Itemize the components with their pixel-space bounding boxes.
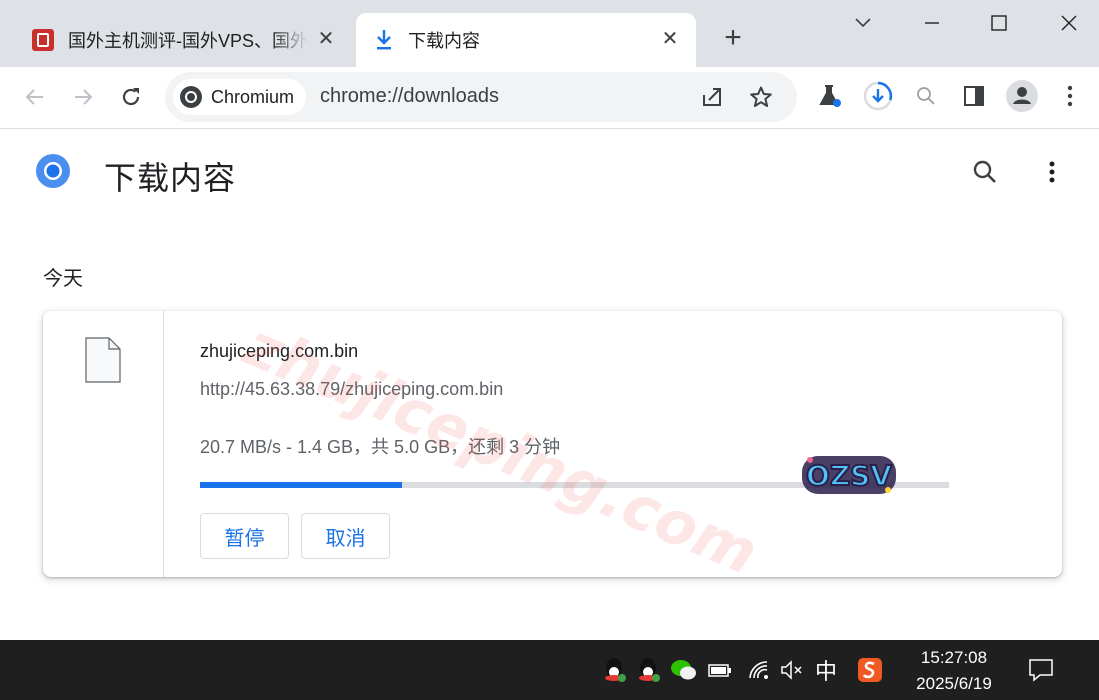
progress-fill	[200, 482, 403, 488]
minimize-icon[interactable]	[917, 8, 947, 38]
share-icon	[703, 88, 721, 106]
search-icon	[917, 87, 935, 105]
download-status: 20.7 MB/s - 1.4 GB，共 5.0 GB，还剩 3 分钟	[200, 437, 561, 457]
download-card: zhujiceping.com.bin http://45.63.38.79/z…	[43, 311, 1062, 577]
reload-button[interactable]	[113, 79, 149, 115]
flask-icon	[819, 85, 841, 107]
forward-arrow-icon	[75, 89, 93, 105]
file-icon	[85, 337, 121, 383]
maximize-icon[interactable]	[984, 8, 1014, 38]
download-progress-icon	[863, 81, 893, 111]
close-tab-icon[interactable]: ✕	[316, 29, 336, 49]
qq-icon[interactable]	[632, 654, 664, 686]
qq-icon[interactable]	[598, 654, 630, 686]
url-text[interactable]: chrome://downloads	[320, 85, 499, 108]
side-panel-button[interactable]	[957, 79, 991, 113]
more-actions-icon[interactable]	[1048, 160, 1056, 184]
tab-zhujiceping[interactable]: 国外主机测评-国外VPS、国外 ✕	[18, 13, 352, 67]
file-url[interactable]: http://45.63.38.79/zhujiceping.com.bin	[200, 379, 503, 400]
taskbar: 中 15:27:08 2025/6/19	[0, 640, 1099, 700]
site-favicon-icon	[32, 29, 54, 51]
download-icon	[377, 30, 391, 50]
wifi-icon[interactable]	[743, 654, 775, 686]
new-tab-button[interactable]: +	[718, 23, 748, 54]
avatar-icon	[1006, 80, 1038, 112]
back-button[interactable]	[17, 79, 53, 115]
ozsv-logo-text: OZSV	[806, 459, 892, 492]
tab-strip: 国外主机测评-国外VPS、国外 ✕ 下载内容 ✕ +	[0, 0, 1099, 67]
notification-icon[interactable]	[1025, 654, 1057, 686]
bookmark-button[interactable]	[746, 82, 776, 112]
volume-muted-icon[interactable]	[776, 654, 808, 686]
zoom-search-button[interactable]	[909, 79, 943, 113]
cancel-button[interactable]: 取消	[301, 513, 390, 559]
labs-button[interactable]	[812, 79, 846, 113]
tab-title: 下载内容	[408, 31, 480, 51]
clock-date[interactable]: 2025/6/19	[880, 674, 1028, 694]
battery-icon[interactable]	[704, 654, 736, 686]
back-arrow-icon	[25, 89, 43, 105]
profile-button[interactable]	[1005, 79, 1039, 113]
pause-button[interactable]: 暂停	[200, 513, 289, 559]
toolbar: Chromium chrome://downloads	[0, 67, 1099, 129]
share-button[interactable]	[697, 82, 727, 112]
date-section-label: 今天	[43, 268, 83, 290]
star-icon	[750, 86, 772, 107]
chromium-logo-icon	[180, 86, 202, 108]
omnibox[interactable]: Chromium chrome://downloads	[165, 72, 797, 122]
close-window-icon[interactable]	[1054, 8, 1084, 38]
site-chip[interactable]: Chromium	[173, 79, 307, 115]
clock-time[interactable]: 15:27:08	[880, 648, 1028, 668]
page-title: 下载内容	[104, 160, 237, 196]
close-tab-icon[interactable]: ✕	[660, 29, 680, 49]
reload-icon	[122, 88, 140, 106]
file-name[interactable]: zhujiceping.com.bin	[200, 341, 358, 362]
ozsv-logo: OZSV	[802, 456, 896, 494]
downloads-button[interactable]	[861, 79, 895, 113]
more-vert-icon	[1067, 85, 1073, 107]
wechat-icon[interactable]	[668, 654, 700, 686]
forward-button[interactable]	[65, 79, 101, 115]
side-panel-icon	[964, 86, 984, 106]
ime-indicator[interactable]: 中	[810, 654, 842, 686]
downloads-header: 下载内容	[0, 129, 1099, 217]
chip-label: Chromium	[211, 86, 295, 107]
menu-button[interactable]	[1053, 79, 1087, 113]
card-divider	[163, 311, 164, 577]
tab-downloads[interactable]: 下载内容 ✕	[356, 13, 696, 67]
search-downloads-icon[interactable]	[972, 159, 998, 185]
tab-title: 国外主机测评-国外VPS、国外	[68, 31, 308, 51]
chromium-logo-icon	[36, 154, 70, 188]
tab-search-chevron-icon[interactable]	[848, 8, 878, 38]
